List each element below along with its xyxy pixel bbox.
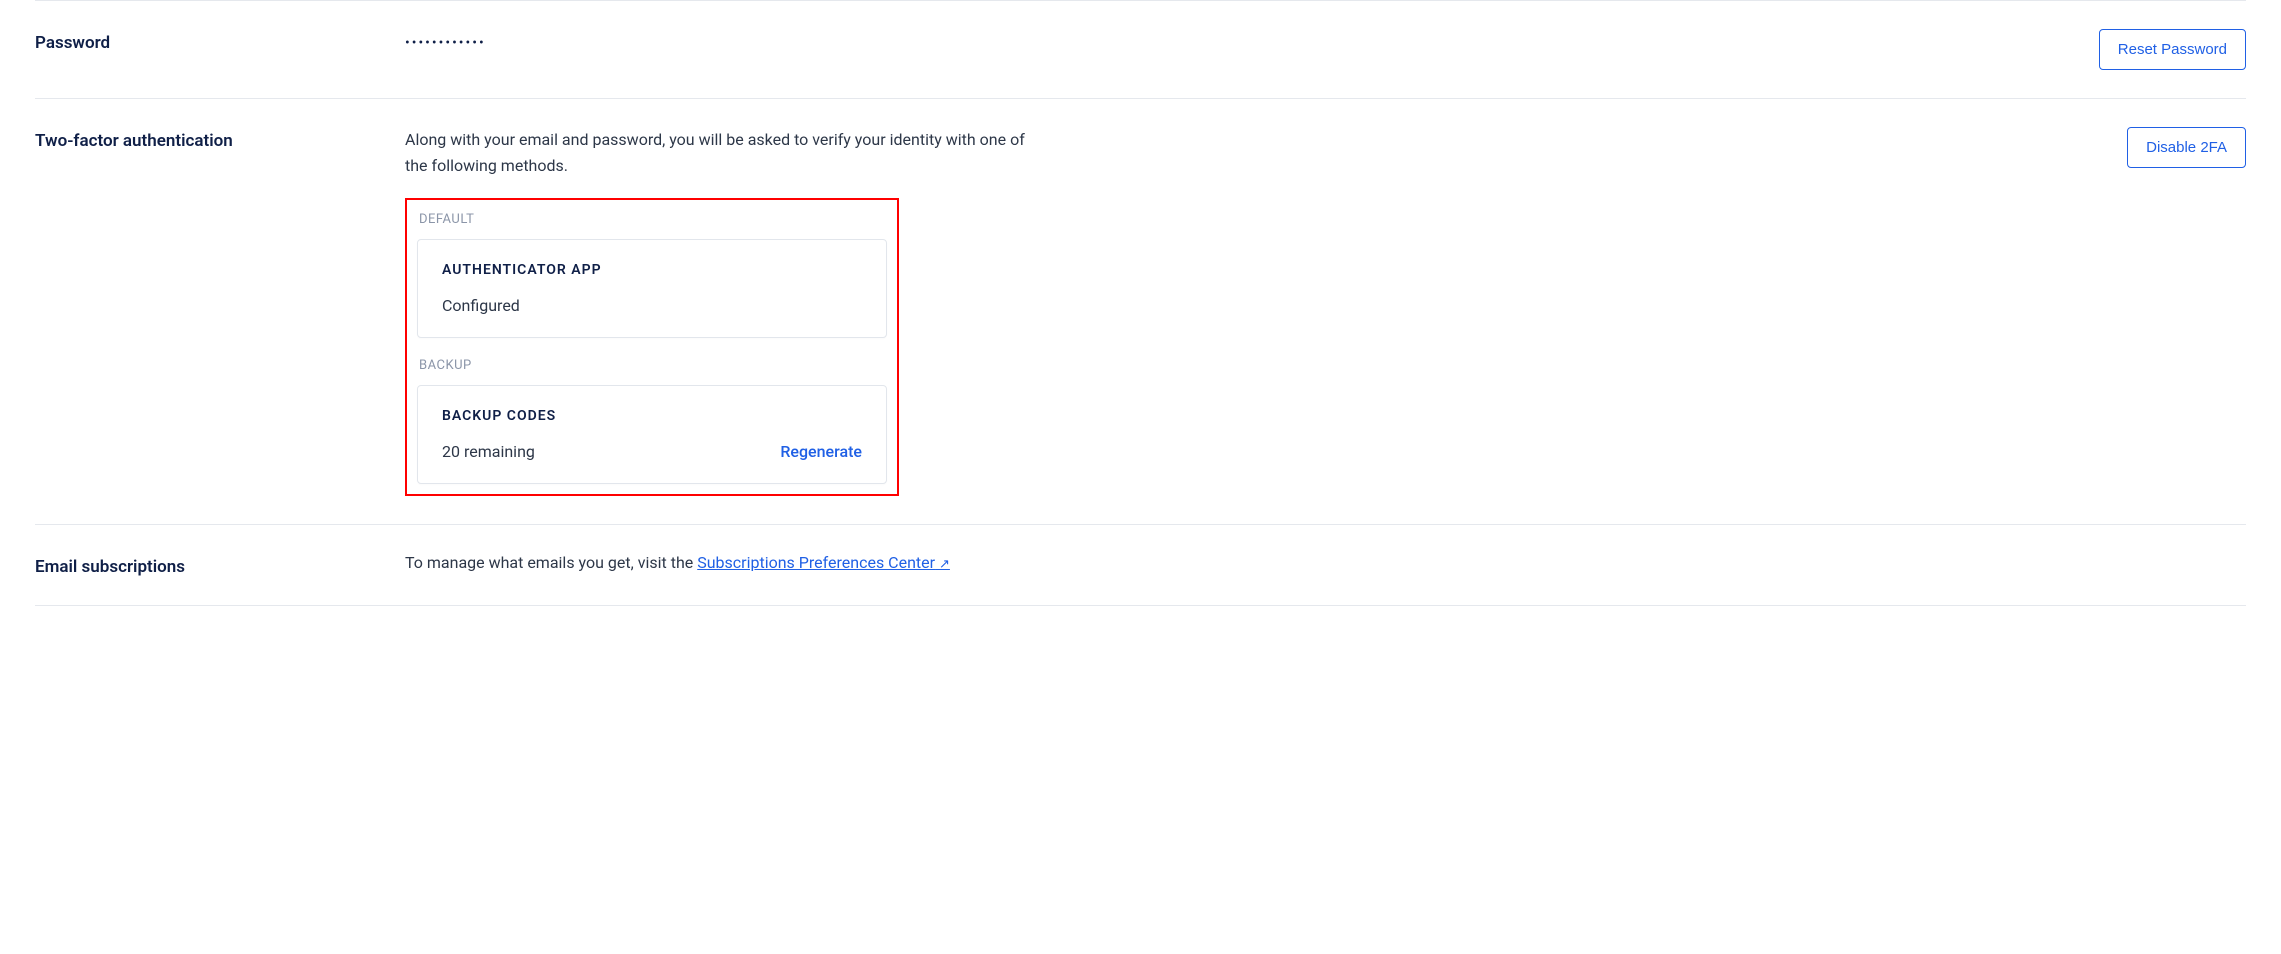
disable-2fa-button[interactable]: Disable 2FA <box>2127 127 2246 168</box>
backup-group-label: BACKUP <box>419 358 887 373</box>
backup-codes-status: 20 remaining <box>442 442 535 461</box>
password-section: Password •••••••••••• Reset Password <box>35 0 2246 98</box>
reset-password-button[interactable]: Reset Password <box>2099 29 2246 70</box>
email-subscriptions-body: To manage what emails you get, visit the… <box>405 553 2246 572</box>
email-subscriptions-section: Email subscriptions To manage what email… <box>35 524 2246 606</box>
authenticator-app-status: Configured <box>442 296 520 315</box>
default-group-label: DEFAULT <box>419 212 887 227</box>
backup-codes-card: BACKUP CODES 20 remaining Regenerate <box>417 385 887 484</box>
backup-codes-title: BACKUP CODES <box>442 408 862 424</box>
twofa-methods-highlight: DEFAULT AUTHENTICATOR APP Configured BAC… <box>405 198 899 496</box>
twofa-label: Two-factor authentication <box>35 127 405 496</box>
password-masked-value: •••••••••••• <box>405 29 2079 51</box>
email-subscriptions-content: To manage what emails you get, visit the… <box>405 553 2246 577</box>
password-content: •••••••••••• Reset Password <box>405 29 2246 70</box>
twofa-action: Disable 2FA <box>2127 127 2246 168</box>
password-body: •••••••••••• <box>405 29 2079 51</box>
authenticator-app-title: AUTHENTICATOR APP <box>442 262 862 278</box>
password-action: Reset Password <box>2099 29 2246 70</box>
regenerate-link[interactable]: Regenerate <box>780 442 862 461</box>
external-link-icon: ↗ <box>939 557 950 572</box>
twofa-description: Along with your email and password, you … <box>405 127 1045 180</box>
password-label: Password <box>35 29 405 70</box>
twofa-content: Along with your email and password, you … <box>405 127 2246 496</box>
backup-codes-row: 20 remaining Regenerate <box>442 442 862 461</box>
twofa-body: Along with your email and password, you … <box>405 127 2107 496</box>
email-subscriptions-text: To manage what emails you get, visit the <box>405 553 697 572</box>
authenticator-app-row: Configured <box>442 296 862 315</box>
subscriptions-preferences-link[interactable]: Subscriptions Preferences Center ↗ <box>697 553 950 572</box>
authenticator-app-card: AUTHENTICATOR APP Configured <box>417 239 887 338</box>
subscriptions-link-text: Subscriptions Preferences Center <box>697 553 935 572</box>
email-subscriptions-label: Email subscriptions <box>35 553 405 577</box>
twofa-section: Two-factor authentication Along with you… <box>35 98 2246 524</box>
